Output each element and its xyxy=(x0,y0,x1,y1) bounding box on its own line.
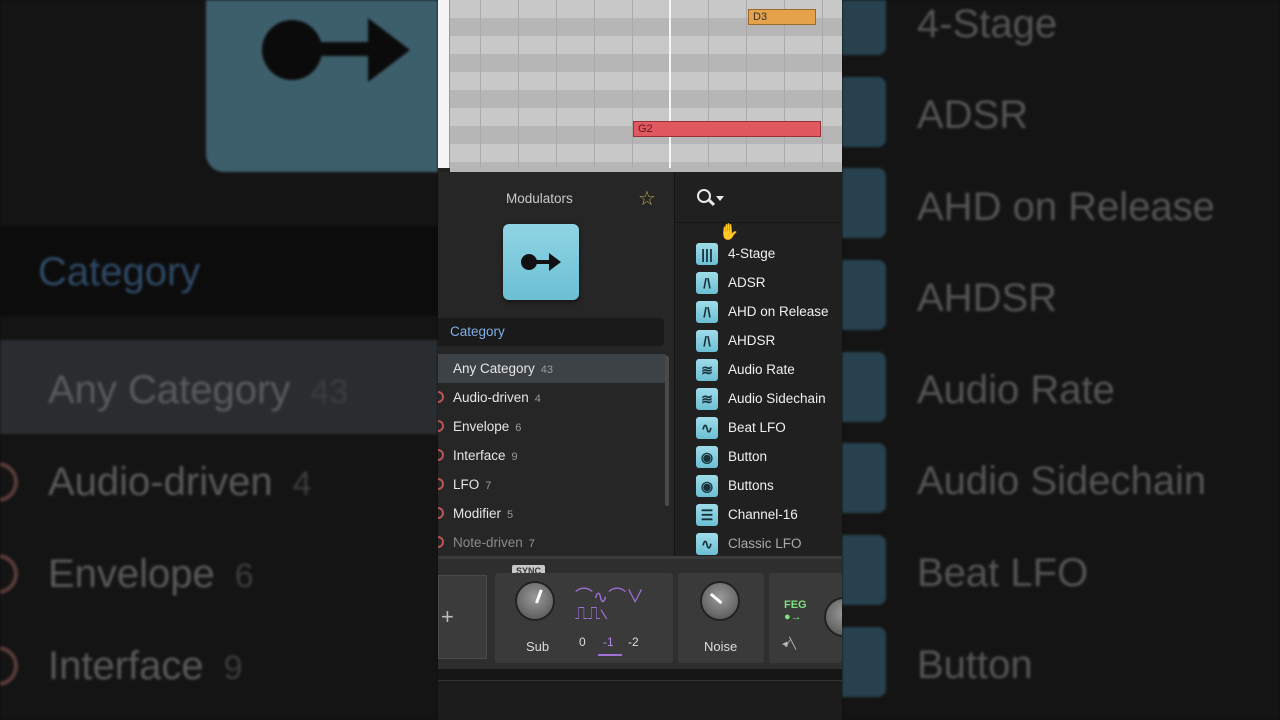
device-item[interactable]: ◉ Buttons xyxy=(696,471,842,500)
backdrop-device: AHDSR xyxy=(917,276,1058,320)
playhead[interactable] xyxy=(669,0,671,168)
sine-icon: ∿ xyxy=(696,532,718,555)
device-item[interactable]: ≋ Audio Rate xyxy=(696,355,842,384)
circle-icon xyxy=(0,646,18,686)
channel-icon: ☰ xyxy=(696,503,718,526)
device-item[interactable]: ≋ Audio Sidechain xyxy=(696,384,842,413)
circle-icon xyxy=(0,554,18,594)
button-icon: ◉ xyxy=(696,445,718,468)
sine-icon xyxy=(842,535,886,605)
note-d3[interactable]: D3 xyxy=(748,9,816,25)
browser-left-pane: Modulators ☆ Category Any Category 43 Aud… xyxy=(438,172,674,556)
osc-panel: Sub ⌒∿⌒∨ ⎍⎍∖ 0 -1 -2 xyxy=(495,573,673,663)
app-window: D3 G2 Modulators ☆ Category Any Category… xyxy=(438,0,842,720)
category-item-audio-driven[interactable]: Audio-driven 4 xyxy=(438,383,666,412)
device-item[interactable]: ☰ Channel-16 xyxy=(696,500,842,529)
octave-indicator xyxy=(598,654,622,656)
star-icon[interactable]: ☆ xyxy=(638,186,656,211)
button-icon xyxy=(842,627,886,697)
square-wave-icon[interactable]: ⎍⎍∖ xyxy=(575,603,607,624)
envelope-icon: /\ xyxy=(696,271,718,294)
backdrop-left: Category Any Category 43 Audio-driven 4 En… xyxy=(0,0,438,720)
modulator-icon xyxy=(503,224,579,300)
envelope-icon xyxy=(842,168,886,238)
backdrop-right: 4-Stage ADSR AHD on Release AHDSR Audio … xyxy=(842,0,1280,720)
backdrop-row: Interface 9 xyxy=(48,644,243,688)
modulator-icon-zoomed xyxy=(206,0,438,172)
device-item[interactable]: ∿ Classic LFO xyxy=(696,529,842,558)
backdrop-device: ADSR xyxy=(917,93,1029,137)
device-item[interactable]: ||| 4-Stage xyxy=(696,239,842,268)
backdrop-device: AHD on Release xyxy=(917,185,1215,229)
feg-label[interactable]: FEG xyxy=(784,599,807,611)
category-header[interactable]: Category xyxy=(438,318,664,346)
audio-wave-icon: ≋ xyxy=(696,387,718,410)
piano-keys[interactable] xyxy=(438,0,450,168)
browser-title: Modulators xyxy=(506,191,573,206)
device-item[interactable]: ∿ Beat LFO xyxy=(696,413,842,442)
modulator-arrow-icon: ●→ xyxy=(784,611,802,623)
backdrop-device: Audio Sidechain xyxy=(917,459,1207,503)
device-item[interactable]: ◉ Button xyxy=(696,442,842,471)
circle-icon xyxy=(438,391,444,403)
backdrop-device: Audio Rate xyxy=(917,368,1115,412)
device-chain: + SYNC Sub ⌒∿⌒∨ ⎍⎍∖ 0 -1 -2 Noise FEG ●→… xyxy=(438,556,842,680)
device-item[interactable]: /\ ADSR xyxy=(696,268,842,297)
add-device-button[interactable]: + xyxy=(438,575,487,659)
circle-icon xyxy=(438,507,444,519)
backdrop-row: Envelope 6 xyxy=(48,552,254,596)
device-list: ||| 4-Stage /\ ADSR /\ AHD on Release /\ AHD… xyxy=(696,239,842,558)
sub-knob[interactable] xyxy=(515,581,555,621)
circle-icon xyxy=(0,462,18,502)
piano-roll[interactable]: D3 G2 xyxy=(438,0,842,180)
category-item-interface[interactable]: Interface 9 xyxy=(438,441,666,470)
category-item-lfo[interactable]: LFO 7 xyxy=(438,470,666,499)
sine-icon: ∿ xyxy=(696,416,718,439)
sub-label: Sub xyxy=(526,639,550,654)
audio-wave-icon xyxy=(842,352,886,422)
device-item[interactable]: /\ AHDSR xyxy=(696,326,842,355)
button-icon: ◉ xyxy=(696,474,718,497)
backdrop-device: Button xyxy=(917,643,1033,687)
envelope-icon xyxy=(842,260,886,330)
octave-0[interactable]: 0 xyxy=(579,635,586,649)
noise-knob[interactable] xyxy=(700,581,740,621)
category-item-modifier[interactable]: Modifier 5 xyxy=(438,499,666,528)
browser-right-pane: ✋ ||| 4-Stage /\ ADSR /\ AHD on Release /\ A… xyxy=(674,172,842,556)
audio-wave-icon: ≋ xyxy=(696,358,718,381)
envelope-icon: /\ xyxy=(696,329,718,352)
backdrop-category-title: Category xyxy=(38,250,201,294)
octave-minus-1[interactable]: -1 xyxy=(603,635,614,649)
category-item-note-driven[interactable]: Note-driven 7 xyxy=(438,528,666,557)
bars-icon xyxy=(842,0,886,55)
circle-icon xyxy=(438,478,444,490)
bottom-bar xyxy=(438,680,842,720)
octave-minus-2[interactable]: -2 xyxy=(628,635,639,649)
backdrop-device: 4-Stage xyxy=(917,2,1058,46)
circle-icon xyxy=(438,420,444,432)
category-item-envelope[interactable]: Envelope 6 xyxy=(438,412,666,441)
backdrop-row: Audio-driven 4 xyxy=(48,460,312,504)
divider xyxy=(675,222,842,223)
device-strip: + SYNC Sub ⌒∿⌒∨ ⎍⎍∖ 0 -1 -2 Noise FEG ●→… xyxy=(438,559,842,669)
circle-icon xyxy=(438,536,444,548)
device-item[interactable]: /\ AHD on Release xyxy=(696,297,842,326)
noise-label: Noise xyxy=(704,639,738,654)
backdrop-device: Beat LFO xyxy=(917,551,1089,595)
category-item-any[interactable]: Any Category 43 xyxy=(438,354,666,383)
search-icon[interactable] xyxy=(697,188,729,210)
category-scrollbar[interactable] xyxy=(665,356,669,506)
envelope-icon: ◂⁄╲ xyxy=(782,638,796,650)
note-g2[interactable]: G2 xyxy=(633,121,821,137)
circle-icon xyxy=(438,449,444,461)
category-list: Any Category 43 Audio-driven 4 Envelope 6 I… xyxy=(438,354,666,557)
envelope-icon xyxy=(842,77,886,147)
noise-panel: Noise xyxy=(678,573,764,663)
modulator-browser: Modulators ☆ Category Any Category 43 Aud… xyxy=(438,172,842,556)
envelope-icon: /\ xyxy=(696,300,718,323)
audio-wave-icon xyxy=(842,443,886,513)
bars-icon: ||| xyxy=(696,242,718,265)
backdrop-row: Any Category 43 xyxy=(48,368,349,412)
